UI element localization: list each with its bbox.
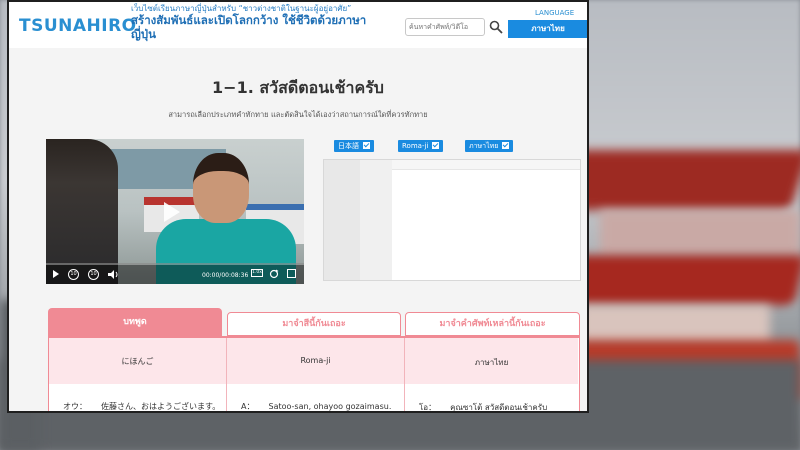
video-progress-bar[interactable] [46,263,304,265]
tab-vocabulary[interactable]: มาจำคำศัพท์เหล่านี้กันเถอะ [405,312,580,336]
lesson-title: 1−1. สวัสดีตอนเช้าครับ [212,78,384,97]
play-icon[interactable] [53,270,59,278]
video-time: 00:00/00:08:36 [202,272,249,279]
column-header-romaji: Roma-ji [300,356,331,365]
checkbox-checked-icon[interactable] [432,142,440,149]
transcript-column [360,160,392,280]
dialogue-text: 佐藤さん、おはようございます。 [101,402,221,411]
rewind-10-icon[interactable]: 10 [68,269,79,280]
language-button[interactable]: ภาษาไทย [508,20,587,38]
tab-colors[interactable]: มาจำสีนี้กันเถอะ [227,312,401,336]
search-icon[interactable] [489,20,503,34]
video-player[interactable]: 10 10 00:00/00:08:36 1.0x [46,139,304,284]
column-header-thai: ภาษาไทย [474,358,509,367]
video-scene-person-head [193,153,249,223]
background-pagoda-wall [600,210,800,255]
column-divider [226,338,227,411]
site-logo[interactable]: TSUNAHIRO [19,16,137,36]
column-divider [404,338,405,411]
transcript-panel[interactable] [323,159,581,281]
table-cell-japanese: オウ： 佐藤さん、おはようございます。 [63,401,221,411]
checkbox-checked-icon[interactable] [502,142,510,149]
toggle-romaji-label: Roma-ji [402,142,429,150]
lesson-subtitle: สามารถเลือกประเภทคำทักทาย และตัดสินใจได้… [168,110,428,119]
video-controls-bar [46,263,304,284]
checkbox-checked-icon[interactable] [363,142,370,149]
fullscreen-icon[interactable] [287,269,296,278]
dialogue-table: にほんご Roma-ji ภาษาไทย オウ： 佐藤さん、おはようございます。 … [48,336,580,412]
search-input[interactable] [405,18,485,36]
toggle-japanese-label: 日本語 [338,142,359,150]
table-cell-romaji: A： Satoo-san, ohayoo gozaimasu. [241,401,392,411]
table-cell-thai: โอ： คุณซาโต้ สวัสดีตอนเช้าครับ [419,401,548,412]
column-header-japanese: にほんご [121,357,154,366]
toggle-romaji[interactable]: Roma-ji [398,140,444,152]
site-header: TSUNAHIRO เว็บไซต์เรียนภาษาญี่ปุ่นสำหรับ… [9,2,587,48]
toggle-thai[interactable]: ภาษาไทย [465,140,514,152]
transcript-header [392,160,580,170]
toggle-japanese[interactable]: 日本語 [334,140,374,152]
toggle-thai-label: ภาษาไทย [469,142,499,150]
tab-dialogue[interactable]: บทพูด [48,308,222,336]
volume-icon[interactable] [108,270,120,279]
speaker-label: โอ： [419,403,437,412]
loop-icon[interactable] [269,269,279,279]
dialogue-text: Satoo-san, ohayoo gozaimasu. [268,402,392,411]
forward-10-icon[interactable]: 10 [88,269,99,280]
website-screenshot: TSUNAHIRO เว็บไซต์เรียนภาษาญี่ปุ่นสำหรับ… [7,0,589,413]
play-overlay-icon[interactable] [164,202,180,222]
language-label: LANGUAGE [535,9,575,17]
speaker-label: A： [241,402,255,411]
speed-icon[interactable]: 1.0x [251,269,263,277]
speaker-label: オウ： [63,402,87,411]
background-pagoda-wall [580,305,770,345]
transcript-column [324,160,360,280]
site-headline: สร้างสัมพันธ์และเปิดโลกกว้าง ใช้ชีวิตด้ว… [131,13,367,41]
dialogue-text: คุณซาโต้ สวัสดีตอนเช้าครับ [450,403,548,412]
